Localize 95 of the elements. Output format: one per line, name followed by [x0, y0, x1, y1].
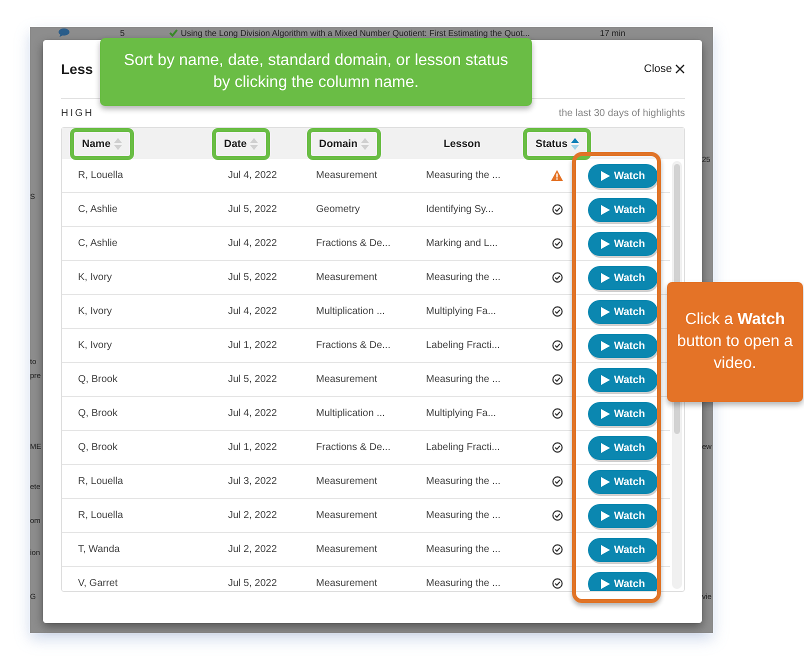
table-cell-text: T, Wanda — [77, 544, 121, 555]
table-cell-text: Labeling Fracti... — [425, 442, 501, 453]
play-icon — [600, 476, 610, 486]
watch-button[interactable]: Watch — [588, 232, 658, 256]
table-cell-text: Jul 2, 2022 — [227, 544, 278, 555]
table-cell-text: Jul 5, 2022 — [227, 374, 278, 385]
table-cell-text: Measuring the ... — [425, 374, 502, 385]
table-cell-text: Measurement — [315, 510, 378, 521]
count-text: 5 — [120, 28, 125, 38]
play-icon — [600, 170, 610, 180]
play-icon — [600, 306, 610, 316]
note-text: the last 30 days of highlights — [558, 108, 685, 118]
table-cell-text: Multiplying Fa... — [425, 306, 498, 317]
duration-text: 17 min — [600, 28, 626, 38]
table-cell-text: Fractions & De... — [315, 238, 392, 249]
check-icon — [168, 28, 178, 36]
watch-button[interactable]: Watch — [588, 402, 658, 426]
table-cell-text: R, Louella — [77, 510, 124, 521]
table-cell-text: K, Ivory — [77, 306, 113, 317]
table-cell-text: Jul 5, 2022 — [227, 272, 278, 283]
table-cell-text: C, Ashlie — [77, 204, 118, 215]
table-cell-text: Multiplication ... — [315, 408, 386, 419]
table-cell-text: Jul 5, 2022 — [227, 578, 278, 589]
lesson-title: Using the Long Division Algorithm with a Mixed Number Quotient: First Estimating the Quot... — [180, 28, 530, 38]
watch-button[interactable]: Watch — [588, 266, 658, 290]
table-cell-text: Measuring the ... — [425, 170, 502, 181]
table-cell-text: Jul 3, 2022 — [227, 476, 278, 487]
play-icon — [600, 442, 610, 452]
column-header[interactable]: Status — [523, 128, 591, 160]
table-cell-text: Measurement — [315, 476, 378, 487]
column-header[interactable]: Name — [70, 128, 134, 160]
table-cell-text: Measuring the ... — [425, 272, 502, 283]
watch-button[interactable]: Watch — [588, 436, 658, 460]
watch-button[interactable]: Watch — [588, 368, 658, 392]
watch-button[interactable]: Watch — [588, 334, 658, 358]
play-icon — [600, 544, 610, 554]
column-header[interactable]: Date — [212, 128, 270, 160]
section-label: HIGH — [61, 108, 94, 118]
table-cell-text: Measuring the ... — [425, 476, 502, 487]
table-cell-text: K, Ivory — [77, 340, 113, 351]
table-cell-text: Measuring the ... — [425, 510, 502, 521]
table-cell-text: Measurement — [315, 544, 378, 555]
play-icon — [600, 272, 610, 282]
table-cell-text: Jul 1, 2022 — [227, 340, 278, 351]
close-icon — [675, 64, 685, 74]
play-icon — [600, 204, 610, 214]
watch-button[interactable]: Watch — [588, 164, 658, 188]
table-cell-text: Jul 5, 2022 — [227, 204, 278, 215]
close-button[interactable]: Close — [644, 63, 685, 75]
table-cell-text: Measurement — [315, 374, 378, 385]
table-cell-text: Measurement — [315, 578, 378, 589]
play-icon — [600, 578, 610, 588]
table-cell-text: Labeling Fracti... — [425, 340, 501, 351]
play-icon — [600, 374, 610, 384]
table-cell-text: V, Garret — [77, 578, 119, 589]
table-cell-text: Multiplication ... — [315, 306, 386, 317]
chat-icon — [58, 28, 70, 37]
watch-button[interactable]: Watch — [588, 470, 658, 494]
column-header[interactable]: Lesson — [432, 128, 492, 160]
table-cell-text: Measuring the ... — [425, 578, 502, 589]
table-cell-text: Jul 1, 2022 — [227, 442, 278, 453]
table-cell-text: C, Ashlie — [77, 238, 118, 249]
watch-button[interactable]: Watch — [588, 198, 658, 222]
watch-button[interactable]: Watch — [588, 572, 658, 591]
table-cell-text: Jul 2, 2022 — [227, 510, 278, 521]
play-icon — [600, 340, 610, 350]
table-cell-text: Q, Brook — [77, 408, 118, 419]
watch-button[interactable]: Watch — [588, 504, 658, 528]
table-cell-text: Jul 4, 2022 — [227, 170, 278, 181]
table-cell-text: Jul 4, 2022 — [227, 238, 278, 249]
modal-title: Less — [61, 61, 93, 77]
table-cell-text: Measurement — [315, 170, 378, 181]
table-cell-text: Fractions & De... — [315, 442, 392, 453]
table-cell-text: Multiplying Fa... — [425, 408, 498, 419]
watch-button[interactable]: Watch — [588, 538, 658, 562]
table-cell-text: Jul 4, 2022 — [227, 408, 278, 419]
play-icon — [600, 408, 610, 418]
table-cell-text: R, Louella — [77, 476, 124, 487]
play-icon — [600, 238, 610, 248]
table-cell-text: R, Louella — [77, 170, 124, 181]
watch-button[interactable]: Watch — [588, 300, 658, 324]
table-cell-text: Q, Brook — [77, 442, 118, 453]
table-cell-text: Identifying Sy... — [425, 204, 495, 215]
callout-text: Sort by name, date, standard domain, or lesson status by clicking the column name. — [100, 38, 532, 106]
table-cell-text: Geometry — [315, 204, 361, 215]
table-cell-text: Marking and L... — [425, 238, 499, 249]
table-cell-text: Fractions & De... — [315, 340, 392, 351]
table-cell-text: Q, Brook — [77, 374, 118, 385]
table-cell-text: Measurement — [315, 272, 378, 283]
table-cell-text: K, Ivory — [77, 272, 113, 283]
play-icon — [600, 510, 610, 520]
table-cell-text: Jul 4, 2022 — [227, 306, 278, 317]
column-header[interactable]: Domain — [307, 128, 381, 160]
callout-text: Click a Watch button to open a video. — [667, 282, 803, 402]
table-cell-text: Measuring the ... — [425, 544, 502, 555]
